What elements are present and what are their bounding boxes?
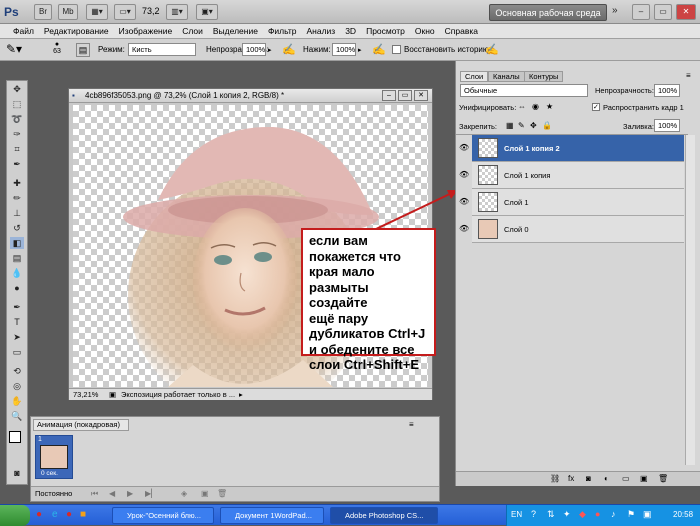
layers-footer: ⛓ fx ◙ ◐ ▭ ▣ 🗑 bbox=[456, 471, 700, 486]
tab-paths[interactable]: Контуры bbox=[524, 71, 564, 82]
panel-menu-icon[interactable]: ≡ bbox=[686, 71, 691, 80]
delete-layer-icon[interactable]: 🗑 bbox=[658, 474, 668, 483]
panel-menu-icon[interactable]: ≡ bbox=[409, 420, 414, 429]
layer-opacity-label: Непрозрачность: bbox=[595, 86, 654, 95]
frame-delay[interactable]: 0 сек. bbox=[41, 470, 58, 477]
layer-row[interactable]: Слой 1 копия bbox=[472, 162, 684, 189]
opera-icon[interactable]: ● bbox=[36, 509, 42, 520]
help-icon[interactable]: ? bbox=[531, 509, 536, 519]
layer-row[interactable]: Слой 1 bbox=[472, 189, 684, 216]
tab-channels[interactable]: Каналы bbox=[488, 71, 525, 82]
layer-name: Слой 0 bbox=[504, 225, 529, 234]
security-icon[interactable]: ⚑ bbox=[627, 509, 635, 520]
duplicate-frame-icon[interactable]: ▣ bbox=[201, 489, 209, 498]
eye-icon[interactable]: 👁 bbox=[459, 224, 469, 234]
layer-name: Слой 1 bbox=[504, 198, 529, 207]
animation-frame[interactable]: 1 0 сек. bbox=[35, 435, 73, 479]
eye-icon[interactable]: 👁 bbox=[459, 197, 469, 207]
tab-layers[interactable]: Слои bbox=[460, 71, 489, 82]
task-opera[interactable]: Урок-"Осенний блю... bbox=[112, 507, 214, 524]
clock: 20:58 bbox=[673, 510, 694, 519]
layer-name: Слой 1 копия bbox=[504, 171, 551, 180]
unify-style-icon[interactable]: ★ bbox=[546, 102, 553, 111]
lock-transparency-icon[interactable]: ▦ bbox=[506, 121, 514, 130]
propagate-checkbox[interactable]: ✓ bbox=[592, 103, 600, 111]
layer-thumbnail bbox=[478, 165, 498, 185]
propagate-label: Распространить кадр 1 bbox=[603, 103, 684, 112]
unify-position-icon[interactable]: ⇔ bbox=[518, 102, 526, 111]
unify-visibility-icon[interactable]: ◉ bbox=[532, 102, 539, 111]
layers-scrollbar[interactable] bbox=[685, 135, 695, 465]
link-layers-icon[interactable]: ⛓ bbox=[550, 474, 560, 483]
folder-icon[interactable]: ■ bbox=[80, 509, 86, 520]
layer-row[interactable]: Слой 1 копия 2 bbox=[472, 135, 684, 162]
fill-label: Заливка: bbox=[623, 122, 654, 131]
volume-icon[interactable]: ♪ bbox=[611, 509, 616, 519]
system-tray: EN ? ⇅ ✦ ◆ ● ♪ ⚑ ▣ 20:58 bbox=[506, 505, 700, 526]
eye-icon[interactable]: 👁 bbox=[459, 143, 469, 153]
next-frame-icon[interactable]: ▶▏ bbox=[145, 489, 157, 498]
antivirus-icon[interactable]: ✦ bbox=[563, 509, 571, 520]
lock-position-icon[interactable]: ✥ bbox=[530, 121, 537, 130]
fill-field[interactable]: 100% bbox=[654, 119, 680, 132]
start-button[interactable] bbox=[0, 505, 30, 526]
layer-mask-icon[interactable]: ◙ bbox=[586, 474, 591, 483]
layer-thumbnail bbox=[478, 219, 498, 239]
new-group-icon[interactable]: ▭ bbox=[622, 474, 630, 483]
frame-number: 1 bbox=[38, 436, 42, 443]
tip-text: если вам покажется что края мало размыты… bbox=[309, 233, 426, 372]
opera-tray-icon[interactable]: ● bbox=[595, 509, 600, 519]
eye-icon[interactable]: 👁 bbox=[459, 170, 469, 180]
layer-thumbnail bbox=[478, 192, 498, 212]
tip-callout: если вам покажется что края мало размыты… bbox=[301, 228, 436, 372]
layers-panel: Слои Каналы Контуры ≡ Обычные Непрозрачн… bbox=[455, 61, 700, 486]
task-photoshop[interactable]: Adobe Photoshop CS... bbox=[330, 507, 438, 524]
layer-row[interactable]: Слой 0 bbox=[472, 216, 684, 243]
tween-icon[interactable]: ◈ bbox=[181, 489, 187, 498]
layer-opacity-field[interactable]: 100% bbox=[654, 84, 680, 97]
ie-icon[interactable]: e bbox=[52, 509, 58, 520]
opera-icon[interactable]: ● bbox=[66, 509, 72, 520]
play-icon[interactable]: ▶ bbox=[127, 489, 133, 498]
lock-all-icon[interactable]: 🔒 bbox=[542, 121, 552, 130]
language-indicator[interactable]: EN bbox=[511, 510, 522, 519]
layer-name: Слой 1 копия 2 bbox=[504, 144, 560, 153]
shield-icon[interactable]: ◆ bbox=[579, 509, 586, 520]
unify-label: Унифицировать: bbox=[459, 103, 517, 112]
animation-tab[interactable]: Анимация (покадровая) bbox=[33, 419, 129, 431]
lock-label: Закрепить: bbox=[459, 122, 498, 131]
loop-select[interactable]: Постоянно bbox=[35, 489, 72, 498]
delete-frame-icon[interactable]: 🗑 bbox=[217, 489, 227, 498]
layer-style-icon[interactable]: fx bbox=[568, 474, 574, 483]
layer-thumbnail bbox=[478, 138, 498, 158]
prev-frame-icon[interactable]: ◀ bbox=[109, 489, 115, 498]
task-wordpad[interactable]: Документ 1WordPad... bbox=[220, 507, 324, 524]
display-icon[interactable]: ▣ bbox=[643, 509, 652, 520]
windows-taskbar: ● e ● ■ Урок-"Осенний блю... Документ 1W… bbox=[0, 504, 700, 526]
network-icon[interactable]: ⇅ bbox=[547, 509, 555, 520]
new-layer-icon[interactable]: ▣ bbox=[640, 474, 648, 483]
animation-footer: Постоянно ⏮ ◀ ▶ ▶▏ ◈ ▣ 🗑 bbox=[31, 486, 439, 501]
first-frame-icon[interactable]: ⏮ bbox=[91, 489, 98, 499]
adjustment-layer-icon[interactable]: ◐ bbox=[604, 474, 609, 483]
lock-pixels-icon[interactable]: ✎ bbox=[518, 121, 525, 130]
animation-panel: Анимация (покадровая) ≡ 1 0 сек. Постоян… bbox=[30, 416, 440, 502]
blend-mode-select[interactable]: Обычные bbox=[460, 84, 588, 97]
frame-thumbnail bbox=[40, 445, 68, 469]
